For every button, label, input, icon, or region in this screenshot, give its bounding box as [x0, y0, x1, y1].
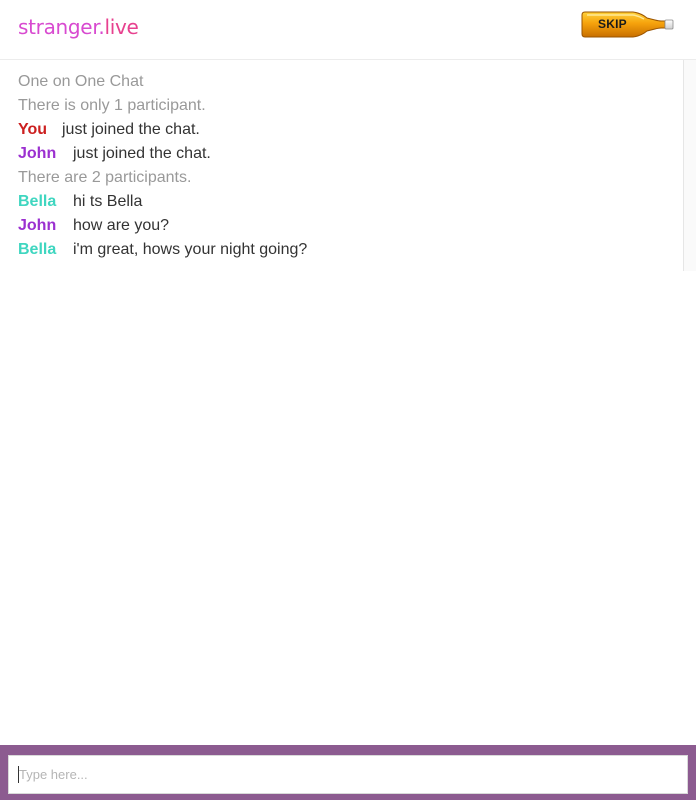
logo[interactable]: stranger.live	[18, 15, 139, 39]
chat-event: John just joined the chat.	[18, 142, 211, 166]
system-message: There are 2 participants.	[18, 169, 192, 186]
sender-name: Bella	[18, 241, 57, 258]
beer-bottle-icon	[581, 11, 674, 38]
sender-name: John	[18, 217, 57, 234]
chat-log: One on One Chat There is only 1 particip…	[0, 60, 684, 271]
message-text: hi ts Bella	[73, 193, 143, 210]
system-message: There is only 1 participant.	[18, 97, 206, 114]
chat-event: You just joined the chat.	[18, 118, 200, 142]
text-caret	[18, 766, 19, 783]
chat-message: Bella i'm great, hows your night going?	[18, 238, 307, 262]
event-text: just joined the chat.	[62, 121, 200, 138]
skip-label: SKIP	[598, 17, 627, 31]
sender-name: You	[18, 121, 48, 138]
sender-name: Bella	[18, 193, 57, 210]
header: stranger.live SKIP	[0, 0, 696, 60]
message-text: how are you?	[73, 217, 170, 234]
chat-message: Bella hi ts Bella	[18, 190, 142, 214]
chat-scrollbar[interactable]	[684, 60, 696, 271]
skip-button[interactable]: SKIP	[581, 9, 679, 40]
message-text: i'm great, hows your night going?	[73, 241, 308, 258]
event-text: just joined the chat.	[73, 145, 211, 162]
sender-name: John	[18, 145, 57, 162]
logo-text-live: live	[104, 15, 139, 39]
logo-text-stranger: stranger	[18, 15, 99, 39]
message-input[interactable]	[8, 755, 688, 794]
chat-title: One on One Chat	[18, 73, 144, 90]
chat-message: John how are you?	[18, 214, 169, 238]
footer-bar	[0, 745, 696, 800]
